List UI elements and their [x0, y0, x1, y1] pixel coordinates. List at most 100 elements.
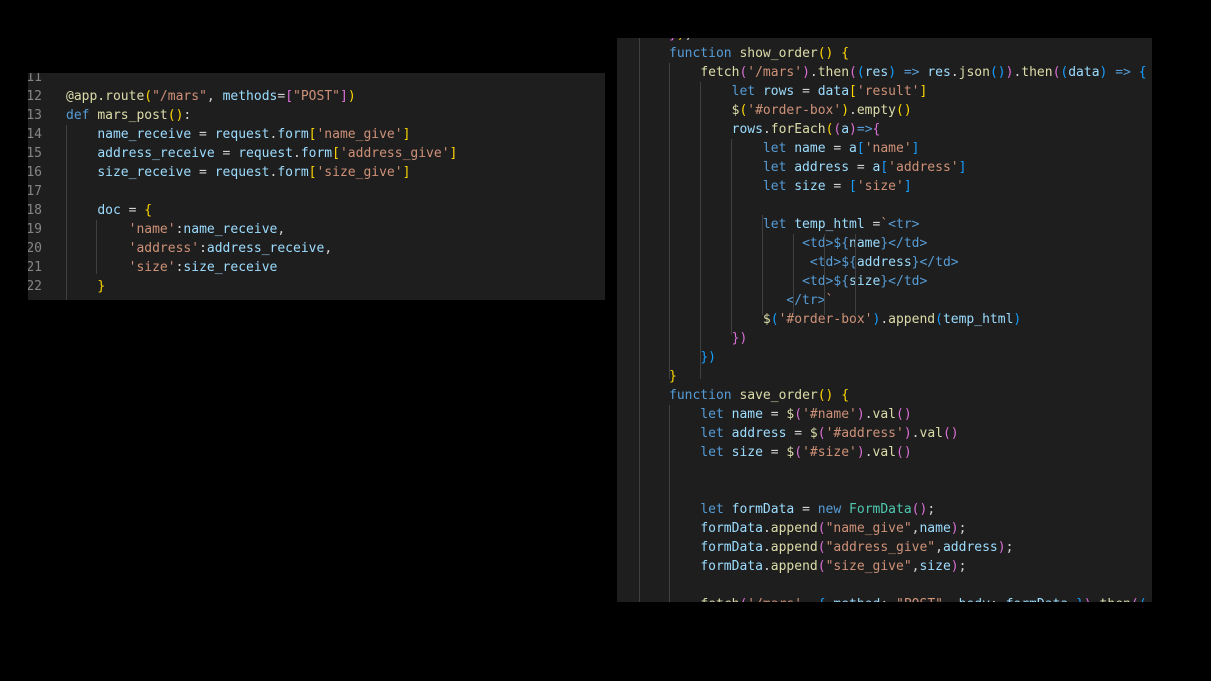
- code-token: .: [864, 407, 873, 422]
- code-line[interactable]: formData.append("address_give",address);: [617, 538, 1152, 557]
- code-token: }: [669, 369, 677, 384]
- code-text: name_receive = request.form['name_give']: [66, 125, 410, 144]
- code-line[interactable]: 19 'name':name_receive,: [28, 220, 605, 239]
- code-line[interactable]: 13 def mars_post():: [28, 106, 605, 125]
- code-token: ,: [935, 540, 943, 555]
- code-token: '#order-box': [747, 103, 842, 118]
- code-line[interactable]: let address = a['address']: [617, 158, 1152, 177]
- code-line[interactable]: [617, 196, 1152, 215]
- code-line[interactable]: 15 address_receive = request.form['addre…: [28, 144, 605, 163]
- code-line[interactable]: fetch('/mars').then((res) => res.json())…: [617, 63, 1152, 82]
- code-line[interactable]: let size = $('#size').val(): [617, 443, 1152, 462]
- code-line[interactable]: let name = a['name']: [617, 139, 1152, 158]
- code-line[interactable]: let temp_html =`<tr>: [617, 215, 1152, 234]
- code-line[interactable]: $('#order-box').empty(): [617, 101, 1152, 120]
- code-line[interactable]: 21 'size':size_receive: [28, 258, 605, 277]
- code-line[interactable]: 11: [28, 73, 605, 87]
- code-token: $: [762, 312, 771, 327]
- code-token: }: [1076, 597, 1084, 602]
- code-line[interactable]: function save_order() {: [617, 386, 1152, 405]
- code-token: ]: [911, 141, 920, 156]
- code-token: </td>: [888, 274, 928, 289]
- code-text: formData.append("name_give",name);: [669, 519, 966, 538]
- code-token: res: [864, 65, 889, 80]
- code-line[interactable]: let name = $('#name').val(): [617, 405, 1152, 424]
- code-token: .: [762, 122, 771, 137]
- code-token: formData: [700, 559, 763, 574]
- code-line[interactable]: 20 'address':address_receive,: [28, 239, 605, 258]
- code-token: let: [762, 217, 795, 232]
- code-token: address: [942, 540, 998, 555]
- code-token: ]: [339, 89, 348, 104]
- code-line[interactable]: <td>${address}</td>: [617, 253, 1152, 272]
- code-token: then: [1021, 65, 1053, 80]
- line-number: 20: [28, 241, 42, 256]
- code-line[interactable]: <td>${size}</td>: [617, 272, 1152, 291]
- code-token: (): [896, 407, 912, 422]
- line-number: 19: [28, 222, 42, 237]
- code-token: =: [825, 141, 850, 156]
- code-line[interactable]: 17: [28, 182, 605, 201]
- code-line[interactable]: }): [617, 348, 1152, 367]
- code-line[interactable]: [617, 462, 1152, 481]
- code-line[interactable]: let address = $('#address').val(): [617, 424, 1152, 443]
- code-token: 'name_give': [316, 127, 403, 142]
- code-line[interactable]: formData.append("name_give",name);: [617, 519, 1152, 538]
- code-line[interactable]: <td>${name}</td>: [617, 234, 1152, 253]
- code-token: a: [841, 122, 850, 137]
- code-text: let temp_html =`<tr>: [669, 215, 920, 234]
- code-token: (): [817, 388, 834, 403]
- code-text: let address = a['address']: [669, 158, 967, 177]
- code-token: size: [919, 559, 951, 574]
- code-token: =: [762, 407, 787, 422]
- code-token: [: [849, 84, 857, 99]
- code-token: methods: [222, 89, 278, 104]
- code-token: (: [817, 426, 826, 441]
- code-token: append: [770, 521, 818, 536]
- code-line[interactable]: 16 size_receive = request.form['size_giv…: [28, 163, 605, 182]
- code-line[interactable]: $('#order-box').append(temp_html): [617, 310, 1152, 329]
- code-token: =: [825, 179, 850, 194]
- code-token: doc: [97, 203, 121, 218]
- code-token: '#size': [802, 445, 857, 460]
- code-line[interactable]: [617, 576, 1152, 595]
- code-line[interactable]: 14 name_receive = request.form['name_giv…: [28, 125, 605, 144]
- code-token: =: [214, 146, 239, 161]
- indent-guide: [639, 38, 640, 602]
- code-line[interactable]: </tr>`: [617, 291, 1152, 310]
- code-line[interactable]: 18 doc = {: [28, 201, 605, 220]
- code-line[interactable]: }: [617, 367, 1152, 386]
- code-line[interactable]: 12 @app.route("/mars", methods=["POST"]): [28, 87, 605, 106]
- code-token: 'size': [128, 260, 176, 275]
- code-line[interactable]: rows.forEach((a)=>{: [617, 120, 1152, 139]
- python-editor-panel[interactable]: 11 12 @app.route("/mars", methods=["POST"]…: [28, 73, 605, 300]
- code-line[interactable]: 22 }: [28, 277, 605, 296]
- code-token: ): [347, 89, 356, 104]
- code-token: new: [817, 502, 850, 517]
- code-line[interactable]: let rows = data['result']: [617, 82, 1152, 101]
- javascript-editor-panel[interactable]: });function show_order() { fetch('/mars'…: [617, 38, 1152, 602]
- code-line[interactable]: function show_order() {: [617, 44, 1152, 63]
- code-line[interactable]: [617, 481, 1152, 500]
- code-text: let size = ['size']: [669, 177, 912, 196]
- code-token: (: [817, 540, 826, 555]
- code-line[interactable]: formData.append("size_give",size);: [617, 557, 1152, 576]
- code-line[interactable]: fetch ('/mars', { method: "POST", body: f…: [617, 595, 1152, 602]
- code-token: '#address': [825, 426, 904, 441]
- code-line[interactable]: let formData = new FormData();: [617, 500, 1152, 519]
- code-token: ): [903, 426, 912, 441]
- code-text: let name = $('#name').val(): [669, 405, 912, 424]
- code-line[interactable]: let size = ['size']: [617, 177, 1152, 196]
- code-token: (): [989, 65, 1006, 80]
- code-token: ): [856, 407, 865, 422]
- code-line[interactable]: }): [617, 329, 1152, 348]
